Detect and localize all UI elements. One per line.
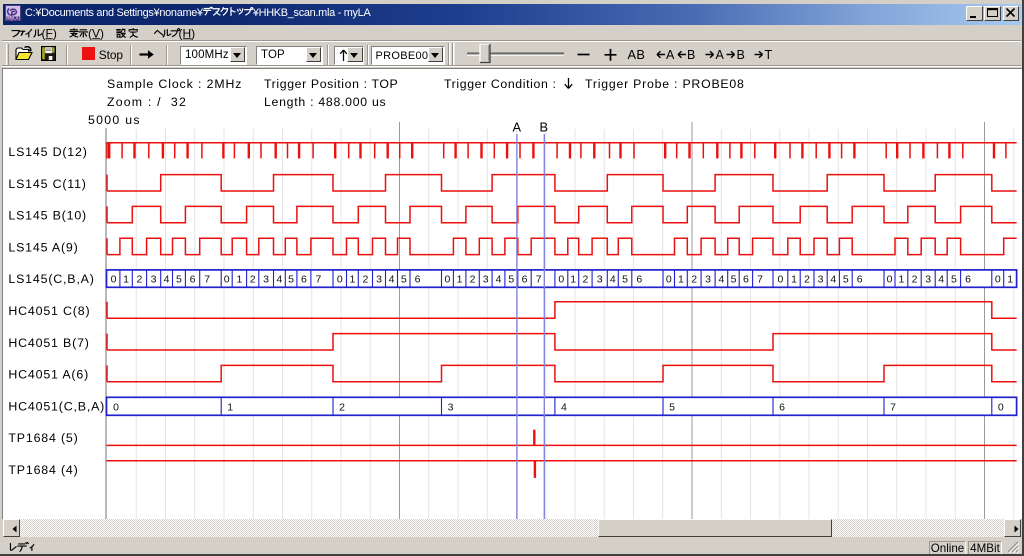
svg-text:HC4051(C,B,A): HC4051(C,B,A) xyxy=(8,399,105,413)
svg-text:0: 0 xyxy=(887,274,893,286)
svg-text:A: A xyxy=(513,120,522,135)
svg-text:4: 4 xyxy=(938,274,944,286)
svg-text:5: 5 xyxy=(843,274,849,286)
svg-text:7: 7 xyxy=(890,401,896,413)
svg-text:6: 6 xyxy=(857,274,863,286)
svg-text:2: 2 xyxy=(339,401,345,413)
svg-text:0: 0 xyxy=(995,274,1001,286)
svg-text:B: B xyxy=(540,120,549,135)
svg-text:1: 1 xyxy=(123,274,129,286)
svg-text:7: 7 xyxy=(204,274,210,286)
svg-text:0: 0 xyxy=(113,401,119,413)
svg-text:1: 1 xyxy=(791,274,797,286)
svg-text:3: 3 xyxy=(151,274,157,286)
svg-text:0: 0 xyxy=(224,274,230,286)
svg-text:7: 7 xyxy=(757,274,763,286)
svg-text:5: 5 xyxy=(622,274,628,286)
svg-text:5: 5 xyxy=(951,274,957,286)
svg-text:7: 7 xyxy=(536,274,542,286)
svg-text:1: 1 xyxy=(570,274,576,286)
svg-text:3: 3 xyxy=(925,274,931,286)
svg-text:2: 2 xyxy=(136,274,142,286)
svg-text:1: 1 xyxy=(227,401,233,413)
svg-text:LS145 C(11): LS145 C(11) xyxy=(8,177,86,191)
svg-text:2: 2 xyxy=(804,274,810,286)
svg-text:0: 0 xyxy=(444,274,450,286)
svg-text:5: 5 xyxy=(288,274,294,286)
svg-text:3: 3 xyxy=(483,274,489,286)
svg-text:0: 0 xyxy=(111,274,117,286)
svg-text:3: 3 xyxy=(597,274,603,286)
svg-text:1: 1 xyxy=(236,274,242,286)
svg-text:0: 0 xyxy=(558,274,564,286)
svg-text:4: 4 xyxy=(718,274,724,286)
svg-text:3: 3 xyxy=(705,274,711,286)
svg-text:4: 4 xyxy=(164,274,170,286)
svg-text:1: 1 xyxy=(898,274,904,286)
svg-text:0: 0 xyxy=(777,274,783,286)
svg-text:HC4051 A(6): HC4051 A(6) xyxy=(8,368,89,382)
svg-text:2: 2 xyxy=(691,274,697,286)
svg-text:6: 6 xyxy=(636,274,642,286)
svg-text:LS145 A(9): LS145 A(9) xyxy=(8,240,78,254)
svg-text:6: 6 xyxy=(743,274,749,286)
svg-text:2: 2 xyxy=(362,274,368,286)
svg-text:0: 0 xyxy=(666,274,672,286)
svg-text:5: 5 xyxy=(669,401,675,413)
svg-text:LS145(C,B,A): LS145(C,B,A) xyxy=(8,272,94,286)
svg-text:2: 2 xyxy=(582,274,588,286)
svg-text:5: 5 xyxy=(401,274,407,286)
svg-text:6: 6 xyxy=(965,274,971,286)
svg-text:3: 3 xyxy=(263,274,269,286)
svg-text:5: 5 xyxy=(731,274,737,286)
svg-text:3: 3 xyxy=(818,274,824,286)
svg-text:0: 0 xyxy=(998,401,1004,413)
svg-text:2: 2 xyxy=(250,274,256,286)
svg-text:3: 3 xyxy=(448,401,454,413)
svg-text:LS145 B(10): LS145 B(10) xyxy=(8,209,87,223)
svg-text:1: 1 xyxy=(1007,274,1013,286)
svg-text:2: 2 xyxy=(912,274,918,286)
svg-text:6: 6 xyxy=(190,274,196,286)
svg-text:6: 6 xyxy=(415,274,421,286)
svg-text:HC4051 C(8): HC4051 C(8) xyxy=(8,304,90,318)
svg-text:6: 6 xyxy=(522,274,528,286)
svg-text:6: 6 xyxy=(779,401,785,413)
svg-text:4: 4 xyxy=(561,401,567,413)
svg-text:3: 3 xyxy=(376,274,382,286)
svg-text:4: 4 xyxy=(830,274,836,286)
svg-text:4: 4 xyxy=(610,274,616,286)
svg-text:7: 7 xyxy=(315,274,321,286)
svg-text:4: 4 xyxy=(389,274,395,286)
svg-text:0: 0 xyxy=(337,274,343,286)
svg-text:4: 4 xyxy=(496,274,502,286)
svg-text:1: 1 xyxy=(457,274,463,286)
svg-text:1: 1 xyxy=(349,274,355,286)
svg-text:5: 5 xyxy=(176,274,182,286)
svg-text:1: 1 xyxy=(678,274,684,286)
svg-text:4: 4 xyxy=(276,274,282,286)
svg-text:5: 5 xyxy=(508,274,514,286)
svg-text:2: 2 xyxy=(470,274,476,286)
svg-text:LS145 D(12): LS145 D(12) xyxy=(8,145,87,159)
svg-text:HC4051 B(7): HC4051 B(7) xyxy=(8,336,89,350)
svg-text:6: 6 xyxy=(301,274,307,286)
svg-text:TP1684 (4): TP1684 (4) xyxy=(8,463,78,477)
svg-text:TP1684 (5): TP1684 (5) xyxy=(8,431,78,445)
